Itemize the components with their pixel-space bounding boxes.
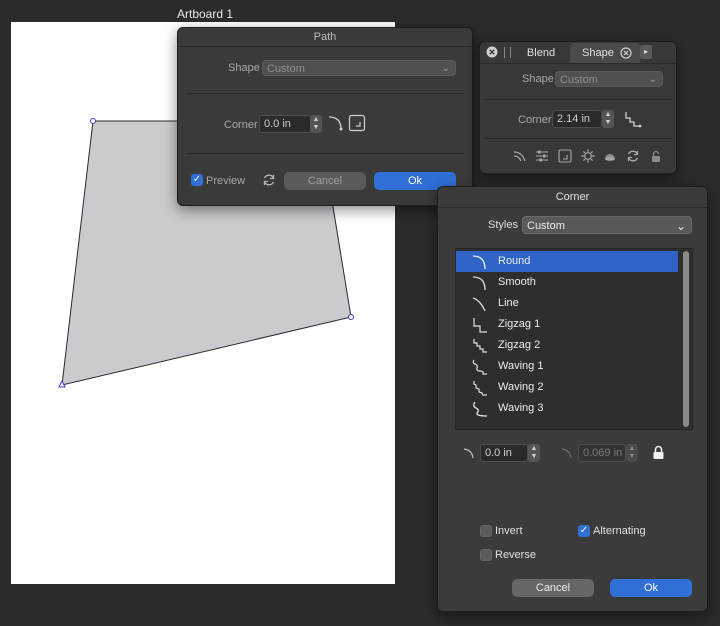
- zigzag-corner-icon[interactable]: [624, 110, 642, 128]
- tab-shape-label: Shape: [582, 47, 614, 59]
- round-corner-icon: [472, 254, 488, 270]
- refresh-icon[interactable]: [262, 173, 276, 187]
- list-item-waving-1[interactable]: Waving 1: [456, 356, 678, 377]
- inverse-corner-icon[interactable]: [348, 114, 366, 132]
- styles-combo[interactable]: Custom ⌄: [522, 216, 692, 234]
- secondary-radius-input[interactable]: 0.069 in: [578, 444, 626, 462]
- panel-menu-button[interactable]: ▸: [640, 45, 652, 59]
- round-corner-icon[interactable]: [328, 114, 344, 132]
- blend-shape-label: Shape: [522, 73, 554, 85]
- corner-style-list[interactable]: Round Smooth Line Zigzag 1 Zigzag 2 Wavi…: [455, 248, 693, 430]
- list-item-label: Zigzag 2: [498, 339, 541, 351]
- sliders-icon[interactable]: [535, 149, 549, 163]
- corner-box-icon[interactable]: [558, 149, 572, 163]
- secondary-radius-stepper[interactable]: ▲ ▼: [626, 444, 638, 462]
- list-item-waving-3[interactable]: Waving 3: [456, 398, 678, 419]
- list-item-label: Smooth: [498, 276, 536, 288]
- shape-label: Shape: [228, 62, 260, 74]
- path-panel-title: Path: [178, 28, 472, 47]
- path-panel: Path Shape Custom ⌄ Corner 0.0 in ▲ ▼ ✓ P…: [177, 27, 473, 206]
- secondary-radius-icon: [561, 447, 573, 459]
- anchor-point: [348, 314, 354, 320]
- corner-cancel-button[interactable]: Cancel: [512, 579, 594, 597]
- list-item-round[interactable]: Round: [456, 251, 678, 272]
- list-item-label: Waving 3: [498, 402, 544, 414]
- waving-2-corner-icon: [472, 380, 488, 396]
- list-item-label: Waving 2: [498, 381, 544, 393]
- chevron-down-icon: ⌄: [648, 74, 657, 85]
- panel-grip-icon[interactable]: [504, 47, 511, 58]
- preview-checkbox[interactable]: ✓: [191, 174, 203, 186]
- corner-dialog: Corner Styles Custom ⌄ Round Smooth Line…: [437, 186, 708, 612]
- gear-cog-icon[interactable]: [581, 149, 595, 163]
- corner-dialog-title: Corner: [438, 187, 707, 208]
- line-corner-icon: [472, 296, 488, 312]
- radius-input[interactable]: 0.0 in: [480, 444, 528, 462]
- blend-corner-input[interactable]: 2.14 in: [552, 110, 602, 128]
- sphere-icon[interactable]: [603, 149, 617, 163]
- radius-stepper[interactable]: ▲ ▼: [528, 444, 540, 462]
- blend-shape-panel: Blend Shape ▸ Shape Custom ⌄ Corner 2.14…: [479, 41, 677, 174]
- styles-label: Styles: [488, 219, 518, 231]
- reverse-checkbox[interactable]: [480, 549, 492, 561]
- anchor-point: [90, 118, 96, 124]
- reverse-label: Reverse: [495, 549, 536, 561]
- waving-3-corner-icon: [472, 401, 488, 417]
- list-item-label: Round: [498, 255, 531, 267]
- corner-label: Corner: [224, 119, 258, 131]
- preview-label: Preview: [206, 175, 246, 187]
- list-item-label: Line: [498, 297, 519, 309]
- styles-combo-value: Custom: [527, 220, 565, 232]
- invert-checkbox[interactable]: [480, 525, 492, 537]
- shape-combo[interactable]: Custom ⌄: [262, 60, 456, 76]
- list-item-line[interactable]: Line: [456, 293, 678, 314]
- list-scrollbar[interactable]: [683, 251, 689, 427]
- zigzag-2-corner-icon: [472, 338, 488, 354]
- chevron-down-icon: ⌄: [675, 219, 686, 233]
- list-item-label: Waving 1: [498, 360, 544, 372]
- tab-shape[interactable]: Shape: [570, 43, 640, 63]
- waving-1-corner-icon: [472, 359, 488, 375]
- list-item-waving-2[interactable]: Waving 2: [456, 377, 678, 398]
- lock-icon[interactable]: [652, 445, 665, 460]
- path-cancel-button[interactable]: Cancel: [284, 172, 366, 190]
- blend-shape-combo-value: Custom: [560, 74, 598, 86]
- shape-combo-value: Custom: [267, 63, 305, 75]
- list-item-zigzag-1[interactable]: Zigzag 1: [456, 314, 678, 335]
- list-item-zigzag-2[interactable]: Zigzag 2: [456, 335, 678, 356]
- radius-icon: [463, 447, 475, 459]
- panel-close-icon[interactable]: [486, 46, 498, 58]
- lock-icon[interactable]: [650, 150, 662, 163]
- invert-label: Invert: [495, 525, 523, 537]
- refresh-icon[interactable]: [626, 149, 640, 163]
- tab-blend[interactable]: Blend: [516, 43, 566, 63]
- blend-shape-combo[interactable]: Custom ⌄: [555, 71, 663, 87]
- corner-input[interactable]: 0.0 in: [259, 115, 311, 133]
- zigzag-1-corner-icon: [472, 317, 488, 333]
- list-item-label: Zigzag 1: [498, 318, 541, 330]
- chevron-down-icon: ⌄: [441, 63, 450, 74]
- corner-stepper[interactable]: ▲ ▼: [310, 115, 322, 133]
- curve-icon[interactable]: [513, 149, 527, 163]
- corner-ok-button[interactable]: Ok: [610, 579, 692, 597]
- blend-corner-stepper[interactable]: ▲ ▼: [602, 110, 614, 128]
- tab-close-icon[interactable]: [620, 47, 632, 59]
- alternating-label: Alternating: [593, 525, 646, 537]
- alternating-checkbox[interactable]: ✓: [578, 525, 590, 537]
- blend-corner-label: Corner: [518, 114, 552, 126]
- smooth-corner-icon: [472, 275, 488, 291]
- list-item-smooth[interactable]: Smooth: [456, 272, 678, 293]
